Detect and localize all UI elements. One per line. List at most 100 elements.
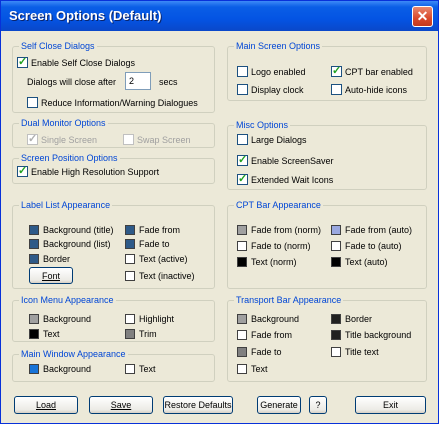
- window-text-color-swatch[interactable]: [125, 364, 135, 374]
- exit-button[interactable]: Exit: [355, 396, 426, 414]
- logo-enabled-box[interactable]: [237, 66, 248, 77]
- cpt-bar-enabled-box[interactable]: [331, 64, 342, 77]
- icon-text-color-swatch[interactable]: [29, 329, 39, 339]
- restore-defaults-button[interactable]: Restore Defaults: [163, 396, 233, 414]
- cpt-text-norm-swatch-item[interactable]: Text (norm): [237, 256, 297, 268]
- icon-trim-swatch-item[interactable]: Trim: [125, 328, 157, 340]
- window-text-swatch-item[interactable]: Text: [125, 363, 156, 375]
- cpt-bar-enabled-checkbox[interactable]: CPT bar enabled: [331, 64, 413, 78]
- auto-hide-icons-checkbox[interactable]: Auto-hide icons: [331, 83, 407, 96]
- font-button[interactable]: Font: [29, 267, 73, 284]
- transport-text-swatch-item[interactable]: Text: [237, 363, 268, 375]
- label-text-active-swatch-item[interactable]: Text (active): [125, 253, 188, 265]
- cpt-fade-to-auto-color-swatch[interactable]: [331, 241, 341, 251]
- self-close-legend: Self Close Dialogs: [19, 40, 97, 52]
- single-screen-box[interactable]: [27, 132, 38, 145]
- cpt-fade-from-norm-color-swatch[interactable]: [237, 225, 247, 235]
- window-title: Screen Options (Default): [9, 8, 162, 23]
- transport-title-bg-swatch-item[interactable]: Title background: [331, 329, 411, 341]
- generate-button[interactable]: Generate: [257, 396, 301, 414]
- exit-button-label: Exit: [382, 400, 398, 410]
- save-button[interactable]: Save: [89, 396, 153, 414]
- main-window-legend: Main Window Appearance: [19, 348, 128, 360]
- high-resolution-label: Enable High Resolution Support: [31, 166, 160, 177]
- display-clock-box[interactable]: [237, 84, 248, 95]
- cpt-bar-enabled-label: CPT bar enabled: [345, 66, 413, 77]
- label-bg-list-label: Background (list): [43, 239, 111, 249]
- window-background-swatch-item[interactable]: Background: [29, 363, 91, 375]
- label-fade-to-swatch-item[interactable]: Fade to: [125, 238, 170, 250]
- icon-text-swatch-item[interactable]: Text: [29, 328, 60, 340]
- single-screen-checkbox[interactable]: Single Screen: [27, 132, 97, 146]
- label-bg-list-color-swatch[interactable]: [29, 239, 39, 249]
- large-dialogs-label: Large Dialogs: [251, 134, 307, 145]
- main-screen-legend: Main Screen Options: [234, 40, 323, 52]
- transport-fade-to-swatch-item[interactable]: Fade to: [237, 346, 282, 358]
- title-bar[interactable]: Screen Options (Default) ✕: [1, 1, 438, 31]
- cpt-text-auto-color-swatch[interactable]: [331, 257, 341, 267]
- transport-title-bg-color-swatch[interactable]: [331, 330, 341, 340]
- label-border-color-swatch[interactable]: [29, 254, 39, 264]
- transport-title-text-color-swatch[interactable]: [331, 347, 341, 357]
- transport-background-color-swatch[interactable]: [237, 314, 247, 324]
- large-dialogs-box[interactable]: [237, 134, 248, 145]
- reduce-dialogues-checkbox[interactable]: Reduce Information/Warning Dialogues: [27, 96, 198, 109]
- load-button[interactable]: Load: [14, 396, 78, 414]
- enable-self-close-box[interactable]: [17, 55, 28, 68]
- cpt-fade-from-norm-swatch-item[interactable]: Fade from (norm): [237, 224, 321, 236]
- extended-wait-icons-box[interactable]: [237, 172, 248, 185]
- cpt-fade-to-auto-swatch-item[interactable]: Fade to (auto): [331, 240, 402, 252]
- label-fade-to-color-swatch[interactable]: [125, 239, 135, 249]
- high-resolution-box[interactable]: [17, 164, 28, 177]
- label-bg-title-color-swatch[interactable]: [29, 225, 39, 235]
- enable-screensaver-box[interactable]: [237, 153, 248, 166]
- label-text-active-color-swatch[interactable]: [125, 254, 135, 264]
- label-border-swatch-item[interactable]: Border: [29, 253, 70, 265]
- close-after-input[interactable]: [125, 72, 151, 90]
- label-bg-title-swatch-item[interactable]: Background (title): [29, 224, 114, 236]
- cpt-text-auto-swatch-item[interactable]: Text (auto): [331, 256, 388, 268]
- transport-fade-to-color-swatch[interactable]: [237, 347, 247, 357]
- cpt-fade-to-norm-swatch-item[interactable]: Fade to (norm): [237, 240, 311, 252]
- transport-border-swatch-item[interactable]: Border: [331, 313, 372, 325]
- transport-text-color-swatch[interactable]: [237, 364, 247, 374]
- cpt-text-norm-color-swatch[interactable]: [237, 257, 247, 267]
- transport-fade-from-color-swatch[interactable]: [237, 330, 247, 340]
- cpt-fade-to-norm-color-swatch[interactable]: [237, 241, 247, 251]
- swap-screen-checkbox[interactable]: Swap Screen: [123, 133, 191, 146]
- transport-title-text-swatch-item[interactable]: Title text: [331, 346, 379, 358]
- auto-hide-icons-box[interactable]: [331, 84, 342, 95]
- swap-screen-box[interactable]: [123, 134, 134, 145]
- label-fade-from-color-swatch[interactable]: [125, 225, 135, 235]
- cpt-fade-from-auto-color-swatch[interactable]: [331, 225, 341, 235]
- transport-background-swatch-item[interactable]: Background: [237, 313, 299, 325]
- transport-fade-from-label: Fade from: [251, 330, 293, 340]
- extended-wait-icons-checkbox[interactable]: Extended Wait Icons: [237, 172, 333, 186]
- help-button[interactable]: ?: [309, 396, 327, 414]
- icon-background-color-swatch[interactable]: [29, 314, 39, 324]
- cpt-fade-from-auto-label: Fade from (auto): [345, 225, 413, 235]
- label-fade-from-label: Fade from: [139, 225, 181, 235]
- transport-text-label: Text: [251, 364, 268, 374]
- display-clock-checkbox[interactable]: Display clock: [237, 83, 304, 96]
- icon-background-swatch-item[interactable]: Background: [29, 313, 91, 325]
- large-dialogs-checkbox[interactable]: Large Dialogs: [237, 133, 307, 146]
- window-background-color-swatch[interactable]: [29, 364, 39, 374]
- icon-highlight-swatch-item[interactable]: Highlight: [125, 313, 174, 325]
- close-button[interactable]: ✕: [412, 6, 433, 27]
- font-button-label: Font: [41, 270, 60, 281]
- enable-self-close-checkbox[interactable]: Enable Self Close Dialogs: [17, 55, 135, 69]
- label-fade-from-swatch-item[interactable]: Fade from: [125, 224, 180, 236]
- reduce-dialogues-box[interactable]: [27, 97, 38, 108]
- label-text-inactive-swatch-item[interactable]: Text (inactive): [125, 270, 195, 282]
- transport-fade-from-swatch-item[interactable]: Fade from: [237, 329, 292, 341]
- label-bg-list-swatch-item[interactable]: Background (list): [29, 238, 111, 250]
- high-resolution-checkbox[interactable]: Enable High Resolution Support: [17, 164, 160, 178]
- label-text-inactive-color-swatch[interactable]: [125, 271, 135, 281]
- transport-border-color-swatch[interactable]: [331, 314, 341, 324]
- cpt-fade-from-auto-swatch-item[interactable]: Fade from (auto): [331, 224, 412, 236]
- icon-highlight-color-swatch[interactable]: [125, 314, 135, 324]
- logo-enabled-checkbox[interactable]: Logo enabled: [237, 65, 306, 78]
- enable-screensaver-checkbox[interactable]: Enable ScreenSaver: [237, 153, 334, 167]
- icon-trim-color-swatch[interactable]: [125, 329, 135, 339]
